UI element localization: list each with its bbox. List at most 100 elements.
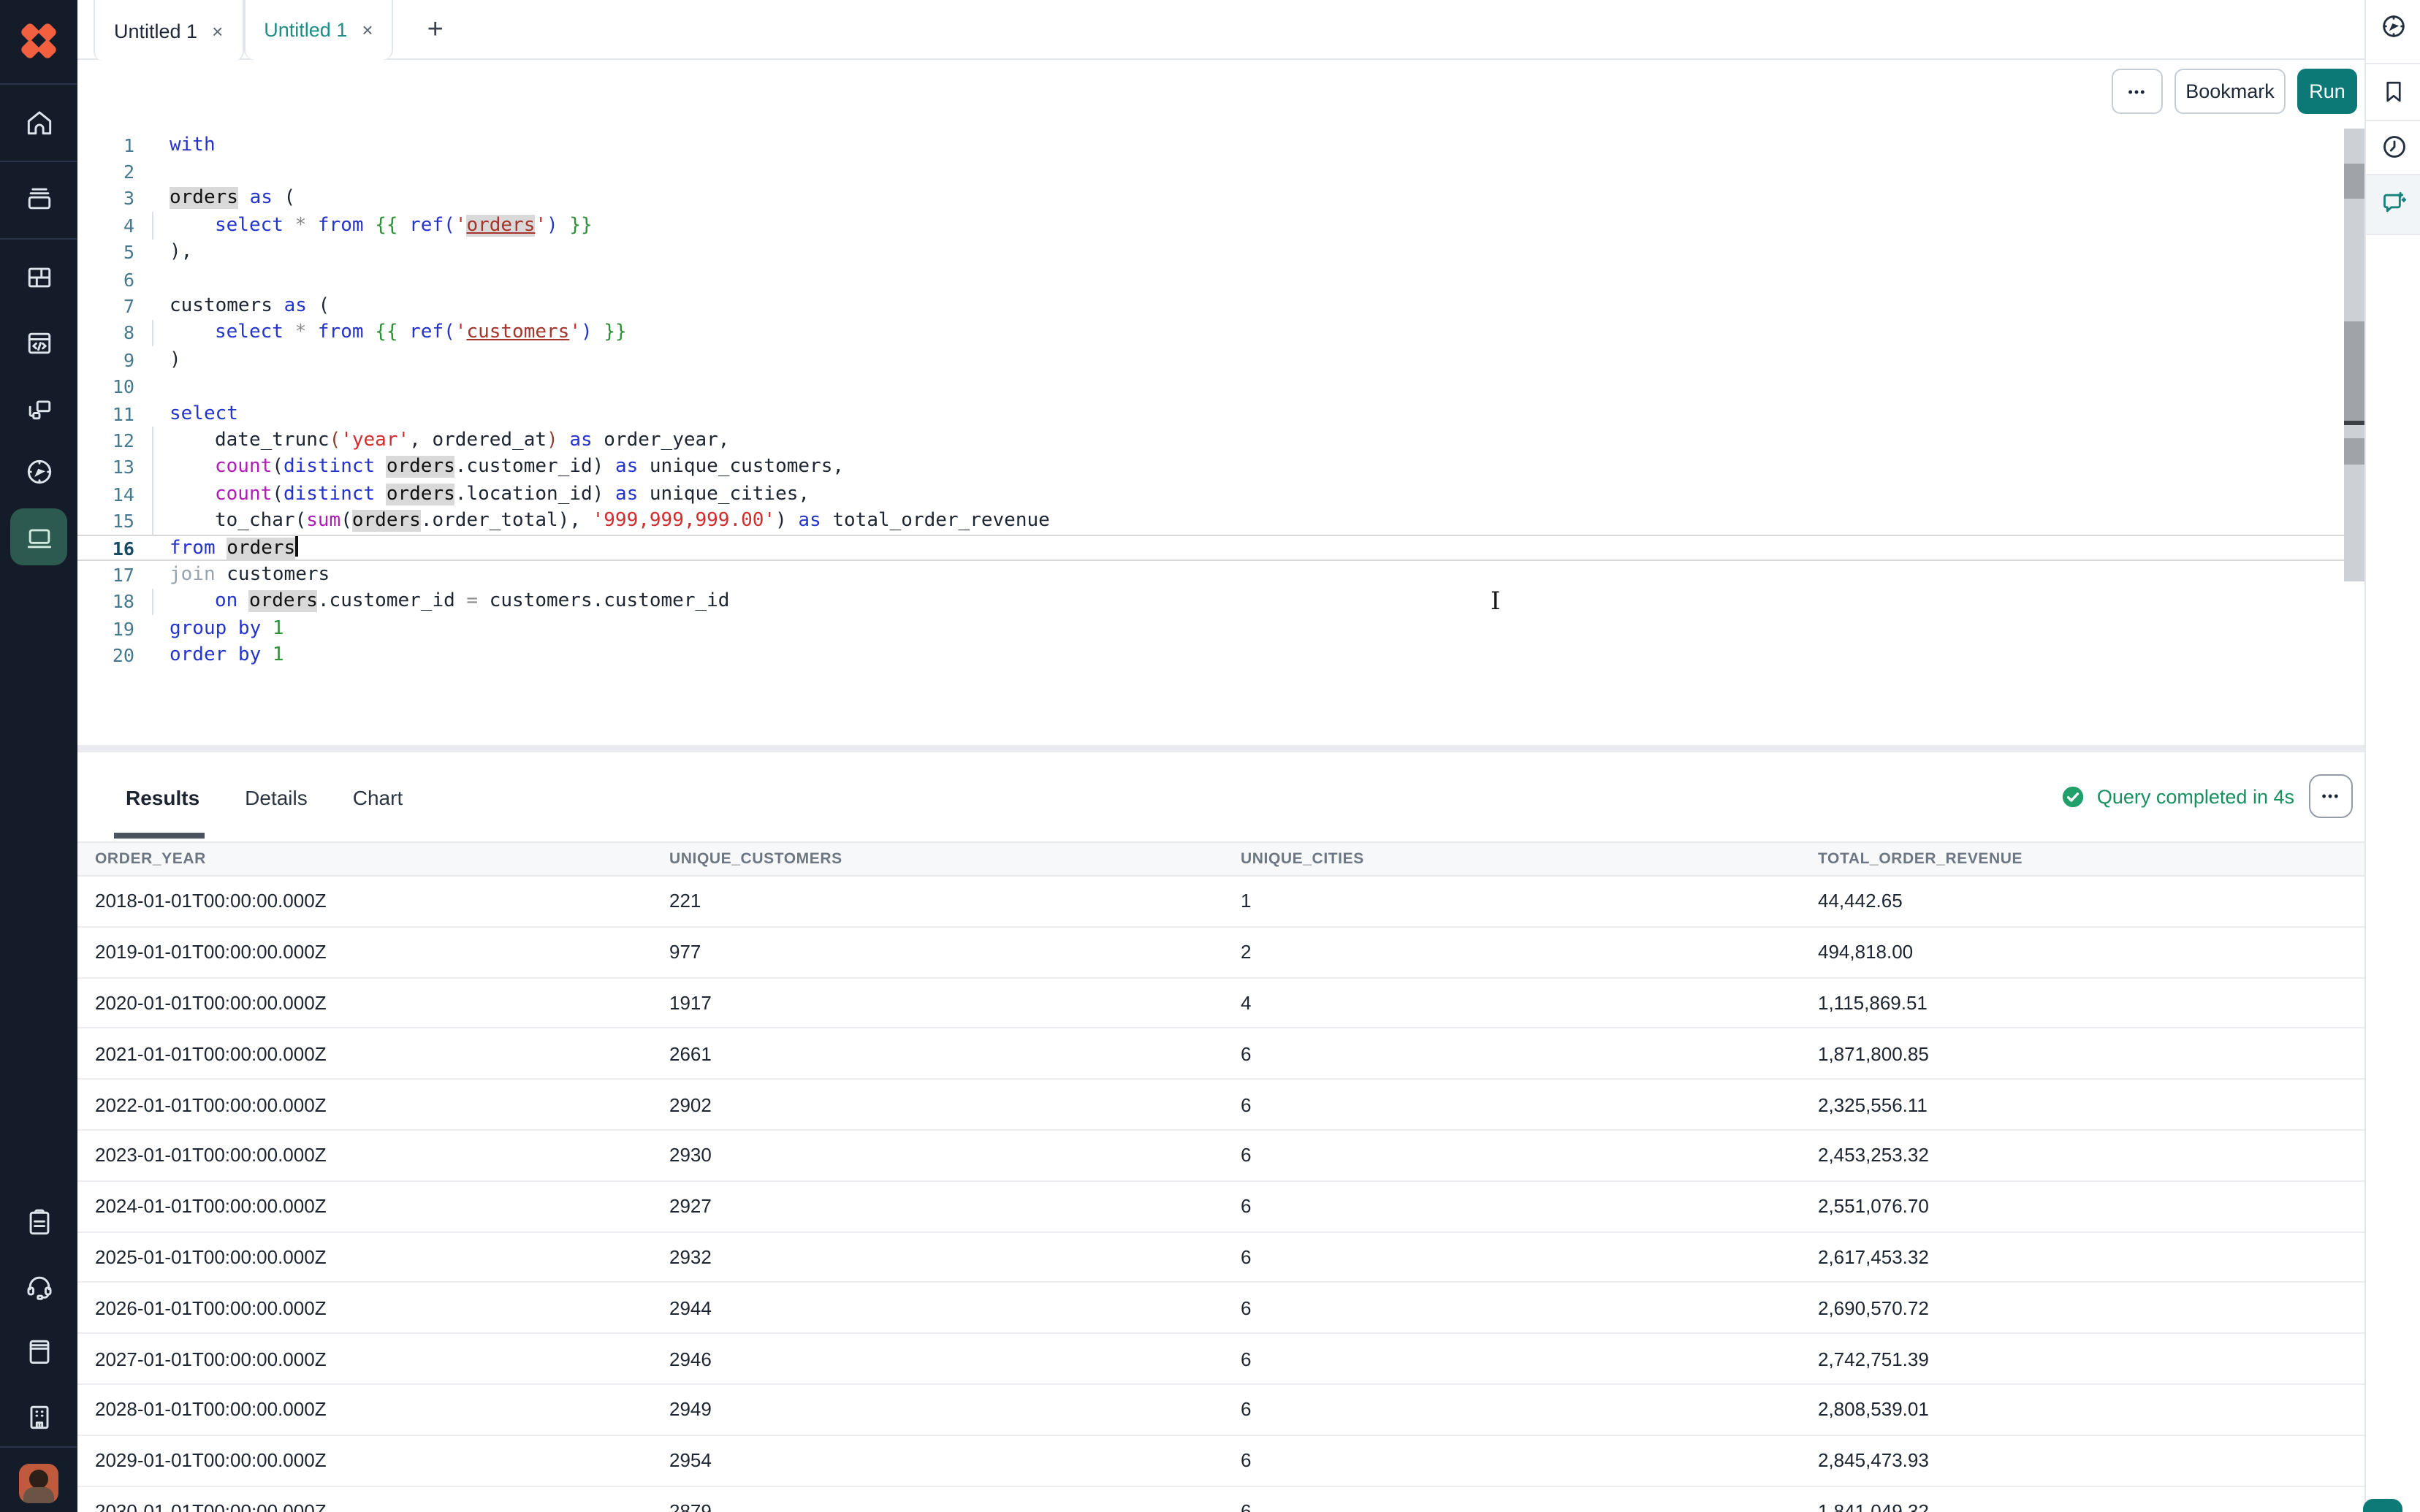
table-row[interactable]: 2021-01-01T00:00:00.000Z266161,871,800.8… [77,1029,2364,1080]
code-line[interactable]: 19group by 1 [77,615,2364,642]
workstation-icon-active[interactable] [10,508,67,565]
support-headset-icon[interactable] [0,1258,77,1316]
tab-bar: Untitled 1×Untitled 1×+ [77,0,2364,60]
column-header[interactable]: TOTAL_ORDER_REVENUE [1800,850,2364,868]
code-line[interactable]: 18on orders.customer_id = customers.cust… [77,588,2364,615]
line-number: 11 [77,402,134,424]
results-more-button[interactable]: ••• [2309,774,2353,818]
table-cell: 1917 [652,992,1223,1014]
run-button[interactable]: Run [2297,69,2357,114]
explore-compass-icon[interactable] [0,443,77,501]
code-line[interactable]: 11select [77,400,2364,427]
notebook-tab[interactable]: Untitled 1× [94,0,243,61]
code-line[interactable]: 7customers as ( [77,293,2364,320]
mouse-ibeam-cursor: I [1491,587,1500,616]
line-number: 7 [77,295,134,317]
bookmark-button[interactable]: Bookmark [2174,69,2286,114]
code-line[interactable]: 13count(distinct orders.customer_id) as … [77,454,2364,481]
new-tab-button[interactable]: + [422,15,449,43]
table-cell: 2019-01-01T00:00:00.000Z [77,941,652,963]
results-tab-chart[interactable]: Chart [353,785,403,809]
notebook-tab[interactable]: Untitled 1 × [243,0,393,60]
results-table: ORDER_YEARUNIQUE_CUSTOMERSUNIQUE_CITIEST… [77,841,2364,1512]
code-line-text: select * from {{ ref('orders') }} [170,215,593,237]
check-circle-icon [2061,784,2085,809]
table-row[interactable]: 2023-01-01T00:00:00.000Z293062,453,253.3… [77,1131,2364,1182]
code-line[interactable]: 15to_char(sum(orders.order_total), '999,… [77,508,2364,535]
table-cell: 2944 [652,1297,1223,1319]
results-tab-details[interactable]: Details [245,785,308,809]
table-row[interactable]: 2028-01-01T00:00:00.000Z294962,808,539.0… [77,1385,2364,1436]
table-cell: 6 [1223,1145,1800,1167]
table-row[interactable]: 2020-01-01T00:00:00.000Z191741,115,869.5… [77,978,2364,1029]
more-options-button[interactable]: ••• [2112,69,2163,114]
data-drawer-icon[interactable] [0,169,77,228]
table-cell: 6 [1223,1093,1800,1115]
table-row[interactable]: 2024-01-01T00:00:00.000Z292762,551,076.7… [77,1182,2364,1233]
tab-close-icon[interactable]: × [362,20,373,39]
magic-fab-button[interactable] [2363,1499,2402,1512]
code-window-icon[interactable] [0,314,77,373]
code-line[interactable]: 12date_trunc('year', ordered_at) as orde… [77,427,2364,454]
table-row[interactable]: 2018-01-01T00:00:00.000Z221144,442.65 [77,877,2364,928]
table-cell: 221 [652,890,1223,912]
bookmark-icon[interactable] [2366,66,2420,118]
code-line-text: select * from {{ ref('customers') }} [170,322,627,344]
table-cell: 2030-01-01T00:00:00.000Z [77,1500,652,1512]
line-number: 1 [77,134,134,156]
column-header[interactable]: UNIQUE_CUSTOMERS [652,850,1223,868]
tab-label: Untitled 1 [264,19,347,41]
column-header[interactable]: UNIQUE_CITIES [1223,850,1800,868]
ai-chat-sparkles-icon[interactable] [2366,177,2420,229]
table-row[interactable]: 2022-01-01T00:00:00.000Z290262,325,556.1… [77,1080,2364,1131]
results-tab-results[interactable]: Results [126,785,199,809]
table-cell: 2661 [652,1043,1223,1065]
sql-editor[interactable]: 1with23orders as (4select * from {{ ref(… [77,123,2364,745]
code-line-text: count(distinct orders.customer_id) as un… [170,457,844,478]
code-line-text: orders as ( [170,188,295,210]
organization-building-icon[interactable] [0,1388,77,1446]
code-line[interactable]: 16from orders [77,535,2364,562]
code-line[interactable]: 17join customers [77,562,2364,589]
table-row[interactable]: 2025-01-01T00:00:00.000Z293262,617,453.3… [77,1232,2364,1283]
code-line[interactable]: 1with [77,131,2364,159]
column-header[interactable]: ORDER_YEAR [77,850,652,868]
code-line[interactable]: 14count(distinct orders.location_id) as … [77,481,2364,508]
table-cell: 2018-01-01T00:00:00.000Z [77,890,652,912]
code-line[interactable]: 8 select * from {{ ref('customers') }} [77,319,2364,346]
code-line-text: group by 1 [170,617,284,639]
panel-divider[interactable] [77,745,2364,752]
table-row[interactable]: 2027-01-01T00:00:00.000Z294662,742,751.3… [77,1334,2364,1385]
table-cell: 2954 [652,1449,1223,1471]
editor-scrollbar[interactable] [2344,129,2364,581]
code-line[interactable]: 9) [77,346,2364,373]
results-panel: ResultsDetailsChart Query completed in 4… [77,752,2364,1512]
code-line[interactable]: 20order by 1 [77,642,2364,669]
main-panel: Untitled 1×Untitled 1×+ ••• Bookmark Run… [77,0,2364,1512]
table-cell: 2,690,570.72 [1800,1297,2364,1319]
user-avatar[interactable] [19,1464,58,1503]
code-line[interactable]: 10 [77,373,2364,400]
table-row[interactable]: 2029-01-01T00:00:00.000Z295462,845,473.9… [77,1436,2364,1487]
docs-book-icon[interactable] [0,1322,77,1381]
table-cell: 2879 [652,1500,1223,1512]
table-cell: 6 [1223,1195,1800,1217]
table-row[interactable]: 2030-01-01T00:00:00.000Z287961,841,049.3… [77,1486,2364,1512]
table-row[interactable]: 2026-01-01T00:00:00.000Z294462,690,570.7… [77,1283,2364,1335]
code-line-text: ) [170,349,181,371]
clipboard-icon[interactable] [0,1194,77,1252]
code-line[interactable]: 3orders as ( [77,186,2364,213]
compass-icon[interactable] [2366,0,2420,53]
dashboard-grid-icon[interactable] [0,248,77,307]
home-icon[interactable] [0,93,77,152]
code-line[interactable]: 4select * from {{ ref('orders') }} [77,212,2364,239]
linked-windows-icon[interactable] [0,380,77,438]
code-line[interactable]: 5), [77,239,2364,266]
history-clock-icon[interactable] [2366,120,2420,172]
line-number: 8 [77,322,134,344]
code-line[interactable]: 6 [77,266,2364,293]
code-line[interactable]: 2 [77,159,2364,186]
hex-logo-icon[interactable] [15,16,63,64]
tab-close-icon[interactable]: × [212,21,223,40]
table-row[interactable]: 2019-01-01T00:00:00.000Z9772494,818.00 [77,928,2364,979]
